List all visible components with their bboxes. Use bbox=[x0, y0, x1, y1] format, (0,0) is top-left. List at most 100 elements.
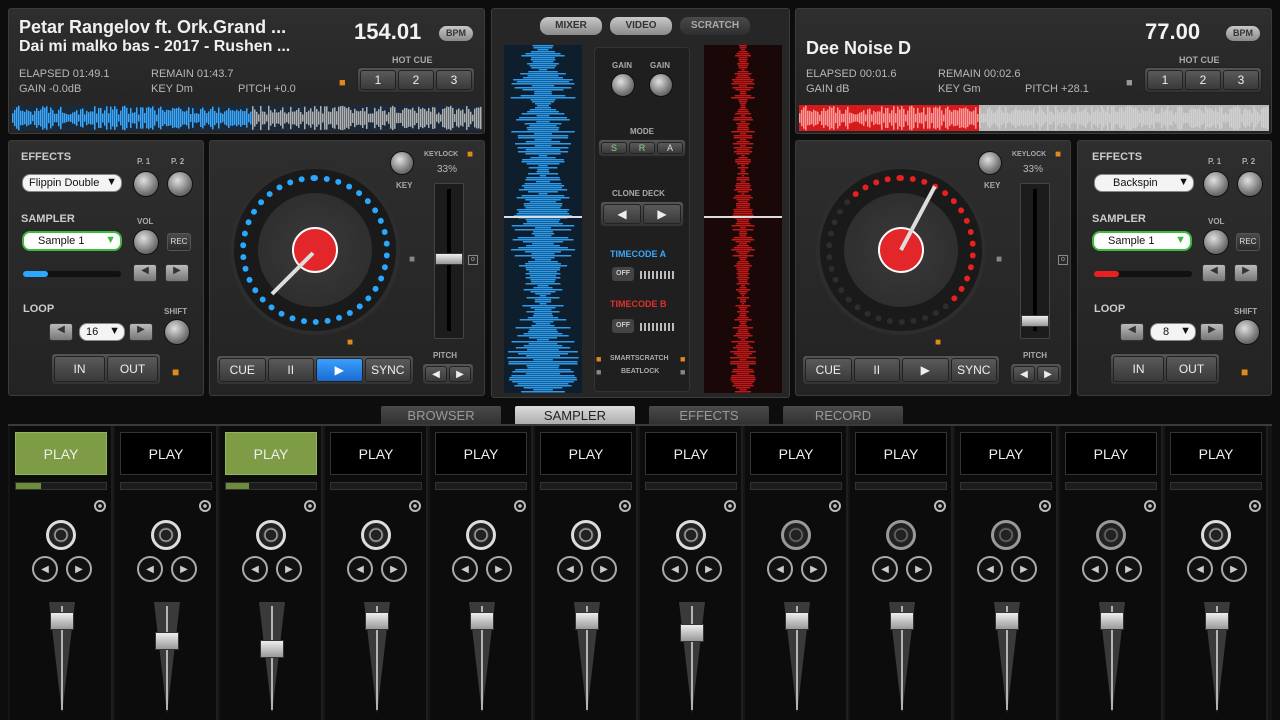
deck-a-platter-lock-icon[interactable]: ■ bbox=[347, 337, 353, 348]
deck-a-p2-knob[interactable] bbox=[167, 171, 193, 197]
deck-b-rec-button[interactable]: REC bbox=[1236, 233, 1260, 251]
sampler-loop-toggle-icon[interactable] bbox=[256, 520, 286, 550]
sampler-play-button[interactable]: PLAY bbox=[960, 432, 1052, 475]
sampler-volume-handle[interactable] bbox=[785, 612, 809, 630]
sampler-prev-button[interactable]: ◀ bbox=[452, 556, 478, 582]
sampler-options-icon[interactable] bbox=[94, 500, 106, 512]
tab-sampler[interactable]: SAMPLER bbox=[515, 406, 635, 426]
timecode-a-off-toggle[interactable]: OFF bbox=[612, 267, 634, 281]
deck-a-pitch-bend-down[interactable]: ◀ bbox=[425, 366, 447, 382]
deck-a-cue-button[interactable]: CUE bbox=[219, 358, 266, 382]
tab-record[interactable]: RECORD bbox=[783, 406, 903, 426]
deck-a-pause-button[interactable]: II bbox=[267, 358, 314, 382]
deck-b-platter-lock-icon[interactable]: ■ bbox=[935, 337, 941, 348]
deck-b-pause-button[interactable]: II bbox=[853, 358, 900, 382]
sampler-volume-handle[interactable] bbox=[1100, 612, 1124, 630]
sampler-prev-button[interactable]: ◀ bbox=[662, 556, 688, 582]
tab-mixer[interactable]: MIXER bbox=[540, 17, 602, 35]
deck-b-effect-select[interactable]: Backspin ▼ bbox=[1094, 174, 1194, 192]
smartscratch-lock-icon[interactable]: ■ bbox=[596, 354, 601, 364]
mode-s-button[interactable]: S bbox=[601, 142, 627, 154]
sampler-volume-slider[interactable] bbox=[152, 602, 182, 714]
deck-a-loop-select[interactable]: 16 ▼ bbox=[79, 323, 125, 341]
sampler-next-button[interactable]: ▶ bbox=[66, 556, 92, 582]
sampler-loop-toggle-icon[interactable] bbox=[781, 520, 811, 550]
deck-b-hotcue-1[interactable]: 1 bbox=[1147, 70, 1183, 90]
deck-b-play-button[interactable]: ▶ bbox=[902, 358, 949, 382]
sampler-volume-handle[interactable] bbox=[680, 624, 704, 642]
sampler-next-button[interactable]: ▶ bbox=[906, 556, 932, 582]
sampler-prev-button[interactable]: ◀ bbox=[1082, 556, 1108, 582]
smartscratch-lock-icon-right[interactable]: ■ bbox=[680, 354, 685, 364]
sampler-play-button[interactable]: PLAY bbox=[855, 432, 947, 475]
sampler-prev-button[interactable]: ◀ bbox=[767, 556, 793, 582]
deck-a-effect-select[interactable]: Flippin Double ▼ bbox=[22, 174, 122, 192]
tab-browser[interactable]: BROWSER bbox=[381, 406, 501, 426]
sampler-prev-button[interactable]: ◀ bbox=[242, 556, 268, 582]
timecode-b-off-toggle[interactable]: OFF bbox=[612, 319, 634, 333]
sampler-play-button[interactable]: PLAY bbox=[1170, 432, 1262, 475]
sampler-volume-handle[interactable] bbox=[260, 640, 284, 658]
sampler-next-button[interactable]: ▶ bbox=[381, 556, 407, 582]
sampler-prev-button[interactable]: ◀ bbox=[557, 556, 583, 582]
deck-b-waveform[interactable] bbox=[799, 105, 1269, 131]
sampler-play-button[interactable]: PLAY bbox=[225, 432, 317, 475]
sampler-play-button[interactable]: PLAY bbox=[15, 432, 107, 475]
deck-a-keylock-icon[interactable]: ■ bbox=[467, 149, 473, 160]
deck-a-vol-knob[interactable] bbox=[133, 229, 159, 255]
sampler-volume-handle[interactable] bbox=[50, 612, 74, 630]
deck-b-sampler-next-button[interactable]: ▶ bbox=[1234, 264, 1258, 282]
sampler-options-icon[interactable] bbox=[199, 500, 211, 512]
tab-video[interactable]: VIDEO bbox=[610, 17, 672, 35]
sampler-loop-toggle-icon[interactable] bbox=[676, 520, 706, 550]
sampler-loop-toggle-icon[interactable] bbox=[571, 520, 601, 550]
deck-b-pitch-reset-icon[interactable]: o bbox=[1058, 255, 1068, 265]
sampler-play-button[interactable]: PLAY bbox=[120, 432, 212, 475]
sampler-next-button[interactable]: ▶ bbox=[276, 556, 302, 582]
sampler-prev-button[interactable]: ◀ bbox=[137, 556, 163, 582]
deck-a-pitch-slider-handle[interactable] bbox=[435, 253, 463, 265]
deck-a-rec-button[interactable]: REC bbox=[167, 233, 191, 251]
sampler-prev-button[interactable]: ◀ bbox=[872, 556, 898, 582]
sampler-options-icon[interactable] bbox=[514, 500, 526, 512]
deck-b-lock-icon-side[interactable]: ■ bbox=[996, 254, 1002, 265]
deck-a-loop-out-button[interactable]: OUT bbox=[107, 356, 158, 382]
deck-b-hotcue-2[interactable]: 2 bbox=[1185, 70, 1221, 90]
clone-left-button[interactable]: ◀ bbox=[603, 204, 641, 224]
deck-b-loop-prev-button[interactable]: ◀ bbox=[1120, 323, 1144, 341]
sampler-volume-handle[interactable] bbox=[470, 612, 494, 630]
sampler-options-icon[interactable] bbox=[619, 500, 631, 512]
deck-b-loop-out-button[interactable]: OUT bbox=[1166, 356, 1217, 382]
clone-right-button[interactable]: ▶ bbox=[643, 204, 681, 224]
sampler-next-button[interactable]: ▶ bbox=[171, 556, 197, 582]
deck-b-hotcue-3[interactable]: 3 bbox=[1223, 70, 1259, 90]
deck-b-loop-in-button[interactable]: IN bbox=[1113, 356, 1164, 382]
mode-a-button[interactable]: A bbox=[657, 142, 683, 154]
deck-a-hotcue-2[interactable]: 2 bbox=[398, 70, 434, 90]
deck-b-shift-knob[interactable] bbox=[1234, 319, 1260, 345]
sampler-prev-button[interactable]: ◀ bbox=[32, 556, 58, 582]
deck-a-hotcue-1[interactable]: 1 bbox=[360, 70, 396, 90]
sampler-next-button[interactable]: ▶ bbox=[696, 556, 722, 582]
sampler-play-button[interactable]: PLAY bbox=[750, 432, 842, 475]
sampler-play-button[interactable]: PLAY bbox=[435, 432, 527, 475]
tab-scratch[interactable]: SCRATCH bbox=[680, 17, 750, 35]
deck-a-vertical-waveform[interactable] bbox=[504, 45, 582, 393]
sampler-next-button[interactable]: ▶ bbox=[1116, 556, 1142, 582]
beatlock-lock-icon-right[interactable]: ■ bbox=[680, 367, 685, 377]
sampler-prev-button[interactable]: ◀ bbox=[1187, 556, 1213, 582]
sampler-play-button[interactable]: PLAY bbox=[540, 432, 632, 475]
sampler-volume-handle[interactable] bbox=[575, 612, 599, 630]
deck-a-waveform[interactable] bbox=[12, 105, 482, 131]
sampler-play-button[interactable]: PLAY bbox=[1065, 432, 1157, 475]
deck-b-vol-knob[interactable] bbox=[1203, 229, 1229, 255]
deck-a-key-knob[interactable] bbox=[390, 151, 414, 175]
sampler-play-button[interactable]: PLAY bbox=[645, 432, 737, 475]
deck-a-loop-lock-icon[interactable]: ■ bbox=[172, 365, 179, 379]
deck-b-sample-select[interactable]: Sample 1 ▼ bbox=[1092, 231, 1192, 251]
deck-a-loop-next-button[interactable]: ▶ bbox=[129, 323, 153, 341]
sampler-play-button[interactable]: PLAY bbox=[330, 432, 422, 475]
deck-b-cue-button[interactable]: CUE bbox=[805, 358, 852, 382]
deck-a-pitch-reset-icon[interactable]: o bbox=[468, 255, 478, 265]
sampler-loop-toggle-icon[interactable] bbox=[466, 520, 496, 550]
